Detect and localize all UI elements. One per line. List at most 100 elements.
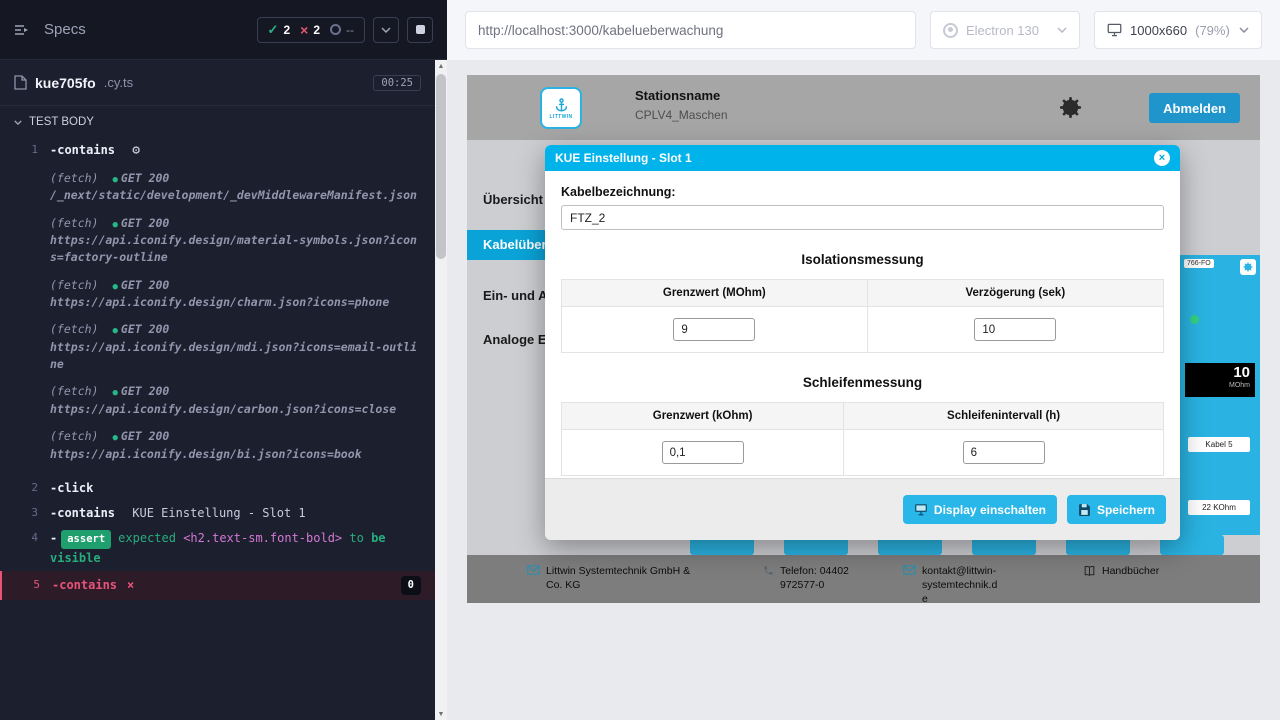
stop-icon [416,25,425,34]
stat-pending: -- [330,23,354,37]
url-input[interactable] [465,11,916,49]
assert-row[interactable]: 4 -assertexpected <h2.text-sm.font-bold>… [0,526,435,571]
slot-gear-button[interactable] [1240,259,1256,275]
stop-button[interactable] [407,17,433,43]
spec-timer: 00:25 [373,75,421,91]
line-number: 1 [0,141,50,156]
app-page: LITTWIN Stationsname CPLV4_Maschen Abmel… [467,75,1260,603]
app-footer: Littwin Systemtechnik GmbH & Co. KG Tele… [467,555,1260,603]
phone-icon [763,565,774,592]
station-info: Stationsname CPLV4_Maschen [635,88,728,122]
nav-item-analoge-eingaenge[interactable]: Analoge Ei [483,332,550,347]
cross-icon: × [300,22,308,38]
line-number: 3 [0,504,50,519]
stat-failed: × 2 [300,22,320,38]
scroll-up-arrow[interactable]: ▲ [435,60,447,72]
command-row[interactable]: 3 -contains KUE Einstellung - Slot 1 [0,501,435,526]
status-dot: ● [112,433,117,443]
screen: Specs ✓ 2 × 2 -- [0,0,1280,720]
close-icon: × [1159,152,1165,164]
footer-manuals[interactable]: Handbücher [1083,564,1159,581]
line-number: 2 [0,479,50,494]
slot-tag: 766-FO [1184,259,1214,268]
display-einschalten-button[interactable]: Display einschalten [903,495,1057,524]
footer-company: Littwin Systemtechnik GmbH & Co. KG [527,564,697,592]
station-label: Stationsname [635,88,728,103]
floppy-disk-icon [1078,503,1091,516]
spec-file-icon [14,75,27,90]
assert-element: <h2.text-sm.font-bold> [183,531,342,545]
status-dot: ● [112,220,117,230]
network-log-entry[interactable]: (fetch)●GET 200 https://api.iconify.desi… [50,321,421,373]
iso-grenzwert-input[interactable] [673,318,755,341]
footer-phone: Telefon: 04402 972577-0 [763,564,881,592]
status-dot: ● [112,282,117,292]
status-dot: ● [112,326,117,336]
cypress-topbar: Specs ✓ 2 × 2 -- [0,0,447,60]
aut-region: Electron 130 1000x660 (79%) [447,0,1280,720]
line-number: 4 [0,529,50,544]
assert-badge: assert [61,530,111,549]
sidebar-scrollbar[interactable]: ▲ ▼ [435,60,447,720]
spec-name[interactable]: kue705fo [35,75,96,91]
gear-icon: ⚙ [132,143,140,158]
mail-icon [527,565,540,592]
retry-count-badge: 0 [401,576,421,595]
specs-label[interactable]: Specs [44,21,86,38]
spec-header: kue705fo .cy.ts 00:25 [0,60,435,106]
nav-item-uebersicht[interactable]: Übersicht [483,192,543,207]
command-row[interactable]: 2 -click [0,476,435,501]
collapse-button[interactable] [373,17,399,43]
specs-icon[interactable] [14,23,30,37]
network-log-entry[interactable]: (fetch)●GET 200 https://api.iconify.desi… [50,428,421,463]
chevron-down-icon [14,120,22,125]
mail-icon [903,565,916,603]
scroll-down-arrow[interactable]: ▼ [435,708,447,720]
command-argument: KUE Einstellung - Slot 1 [132,506,305,520]
kue-settings-modal: KUE Einstellung - Slot 1 × Kabelbezeichn… [545,145,1180,540]
cypress-sidebar: Specs ✓ 2 × 2 -- [0,0,447,720]
scrollbar-thumb[interactable] [436,74,446,259]
pending-icon [330,24,341,35]
test-body-label: TEST BODY [29,116,94,128]
settings-gear-icon[interactable] [1059,96,1082,124]
status-led [1190,315,1199,324]
aut-stage: LITTWIN Stationsname CPLV4_Maschen Abmel… [447,60,1280,720]
test-body-section[interactable]: TEST BODY [0,106,435,138]
loop-grenzwert-input[interactable] [662,441,744,464]
cypress-reporter: kue705fo .cy.ts 00:25 TEST BODY 1 -conta… [0,60,435,720]
loop-table: Grenzwert (kOhm) Schleifenintervall (h) [561,402,1164,476]
status-dot: ● [112,388,117,398]
speichern-button[interactable]: Speichern [1067,495,1166,524]
footer-email[interactable]: kontakt@littwin-systemtechnik.de [903,564,1003,603]
close-icon: × [127,576,134,595]
viewport-scale: (79%) [1195,23,1230,38]
anchor-icon [553,97,570,114]
kabel-label: Kabelbezeichnung: [561,185,1164,199]
logout-button[interactable]: Abmelden [1149,93,1240,123]
network-log-entry[interactable]: (fetch)●GET 200 https://api.iconify.desi… [50,383,421,418]
close-button[interactable]: × [1154,150,1170,166]
test-stats: ✓ 2 × 2 -- [257,17,365,43]
command-row[interactable]: 1 -contains ⚙ [0,138,435,165]
command-name: -contains [50,506,115,520]
iso-heading: Isolationsmessung [561,252,1164,267]
iso-col1-header: Grenzwert (MOhm) [562,280,868,307]
iso-verzoegerung-input[interactable] [974,318,1056,341]
kue-slot-card: 766-FO 10 MOhm Kabel 5 22 KOhm [1180,255,1260,535]
monitor-icon [914,503,928,516]
stat-passed: ✓ 2 [268,22,291,38]
network-log-entry[interactable]: (fetch)●GET 200 https://api.iconify.desi… [50,277,421,312]
network-log: (fetch)●GET 200 /_next/static/developmen… [0,165,435,476]
network-log-entry[interactable]: (fetch)●GET 200 /_next/static/developmen… [50,170,421,205]
failed-command-row[interactable]: 5 -contains × 0 [0,571,435,600]
line-number: 5 [2,576,52,591]
status-dot: ● [112,175,117,185]
loop-intervall-input[interactable] [963,441,1045,464]
network-log-entry[interactable]: (fetch)●GET 200 https://api.iconify.desi… [50,215,421,267]
browser-selector[interactable]: Electron 130 [930,11,1080,49]
kohm-label: 22 KOhm [1188,500,1250,515]
kabelbezeichnung-input[interactable] [561,205,1164,230]
viewport-selector[interactable]: 1000x660 (79%) [1094,11,1262,49]
aut-toolbar: Electron 130 1000x660 (79%) [447,0,1280,60]
